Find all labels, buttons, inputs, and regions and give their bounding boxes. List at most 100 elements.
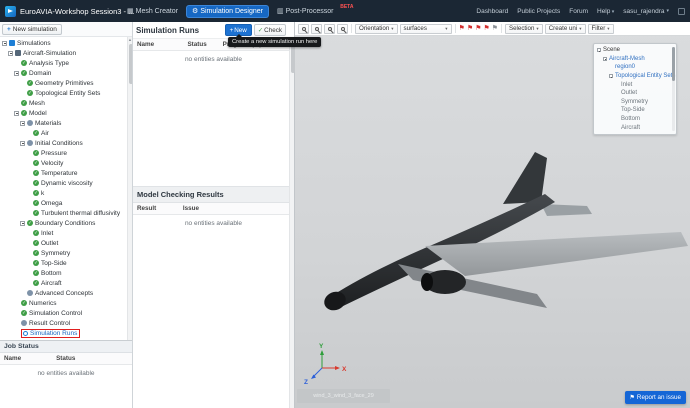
collapse-icon[interactable] [8, 50, 13, 56]
orientation-axes: Y X Z [304, 343, 347, 386]
tree-item-omega[interactable]: ✓ Omega [0, 198, 132, 208]
scroll-up-icon[interactable]: ▲ [128, 37, 132, 43]
tab-mesh-creator[interactable]: ▦ Mesh Creator [122, 6, 183, 17]
tree-item-top-side[interactable]: ✓ Top-Side [0, 258, 132, 268]
flag-tool-icon[interactable]: ⚑ [467, 24, 473, 34]
filter-dropdown[interactable]: Filter ▾ [587, 23, 614, 34]
tree-item-mesh[interactable]: ✓ Mesh [0, 98, 132, 108]
chevron-down-icon: ▾ [607, 25, 610, 31]
column-header-result: Result [137, 205, 157, 212]
zoom-in-icon[interactable] [311, 23, 322, 34]
tree-item-simulation-runs[interactable]: Simulation Runs [0, 328, 132, 338]
chevron-down-icon: ▾ [610, 8, 615, 15]
collapse-icon[interactable] [14, 70, 19, 76]
runs-panel-scrollbar[interactable]: ▲ [289, 38, 295, 408]
tree-item-simulations[interactable]: Simulations [0, 38, 132, 48]
user-menu[interactable]: sasu_rajendra ▾ [623, 8, 669, 15]
zoom-window-icon[interactable] [337, 23, 348, 34]
column-header-status: Status [56, 355, 76, 362]
collapse-icon[interactable] [2, 40, 7, 46]
zoom-out-icon[interactable] [324, 23, 335, 34]
tree-item-label: Topological Entity Sets [35, 89, 101, 97]
selection-dropdown[interactable]: Selection ▾ [504, 23, 543, 34]
tree-item-initial-conditions[interactable]: Initial Conditions [0, 138, 132, 148]
tree-item-domain[interactable]: ✓ Domain [0, 68, 132, 78]
tree-item-symmetry[interactable]: ✓ Symmetry [0, 248, 132, 258]
collapse-icon[interactable] [14, 110, 19, 116]
tree-item-aircraft[interactable]: ✓ Aircraft [0, 278, 132, 288]
tree-item-advanced-concepts[interactable]: Advanced Concepts [0, 288, 132, 298]
check-icon: ✓ [33, 209, 39, 216]
tree-item-turbulent-thermal-diffusivity[interactable]: ✓ Turbulent thermal diffusivity [0, 208, 132, 218]
tree-item-pressure[interactable]: ✓ Pressure [0, 148, 132, 158]
dot-icon [27, 140, 33, 146]
tree-item-temperature[interactable]: ✓ Temperature [0, 168, 132, 178]
tree-item-velocity[interactable]: ✓ Velocity [0, 158, 132, 168]
tab-post-processor[interactable]: ▥ Post-Processor BETA [272, 4, 353, 17]
new-simulation-button[interactable]: + New simulation [2, 23, 62, 35]
tree-item-bottom[interactable]: ✓ Bottom [0, 268, 132, 278]
selection-label: Selection [508, 25, 535, 32]
tree-item-k[interactable]: ✓ k [0, 188, 132, 198]
check-icon: ✓ [21, 309, 27, 316]
flag-tool-disabled-icon[interactable]: ⚑ [492, 24, 498, 34]
check-button[interactable]: ✓ Check [253, 24, 286, 36]
flag-tool-icon[interactable]: ⚑ [483, 24, 489, 34]
tree-item-analysis-type[interactable]: ✓ Analysis Type [0, 58, 132, 68]
scrollbar-thumb[interactable] [128, 44, 132, 84]
collapse-icon[interactable] [20, 120, 25, 126]
nav-link-dashboard[interactable]: Dashboard [476, 8, 508, 15]
plus-icon: + [229, 26, 234, 34]
scene-item-region0[interactable]: region0 [597, 63, 670, 72]
scene-item-symmetry[interactable]: Symmetry [597, 98, 670, 107]
aircraft-model[interactable] [321, 152, 688, 313]
scene-tree-scrollbar[interactable] [672, 47, 675, 131]
tree-item-outlet[interactable]: ✓ Outlet [0, 238, 132, 248]
orientation-dropdown[interactable]: Orientation ▾ [355, 23, 398, 34]
flag-tool-icon[interactable]: ⚑ [475, 24, 481, 34]
nav-link-forum[interactable]: Forum [569, 8, 588, 15]
collapse-icon[interactable] [603, 56, 607, 61]
tree-item-inlet[interactable]: ✓ Inlet [0, 228, 132, 238]
zoom-fit-icon[interactable] [298, 23, 309, 34]
collapse-icon[interactable] [597, 48, 601, 53]
scrollbar-thumb[interactable] [672, 47, 675, 81]
tree-item-materials[interactable]: Materials [0, 118, 132, 128]
flag-tool-icon[interactable]: ⚑ [459, 24, 465, 34]
tree-scrollbar[interactable]: ▲ [127, 37, 132, 340]
tree-item-model[interactable]: ✓ Model [0, 108, 132, 118]
tree-item-geometry-primitives[interactable]: ✓ Geometry Primitives [0, 78, 132, 88]
scene-item-aircraft-mesh[interactable]: Aircraft-Mesh [597, 55, 670, 64]
collapse-icon[interactable] [20, 140, 25, 146]
runs-panel-title: Simulation Runs [136, 25, 200, 35]
scene-item-bottom[interactable]: Bottom [597, 115, 670, 124]
scene-item-scene[interactable]: Scene [597, 46, 670, 55]
collapse-icon[interactable] [609, 74, 613, 79]
tree-item-numerics[interactable]: ✓ Numerics [0, 298, 132, 308]
create-union-dropdown[interactable]: Create uni ▾ [544, 23, 586, 34]
tab-simulation-designer[interactable]: ⚙ Simulation Designer [187, 5, 268, 17]
nav-link-help[interactable]: Help ▾ [597, 8, 614, 15]
tree-item-result-control[interactable]: Result Control [0, 318, 132, 328]
scene-item-topological-entity-sets[interactable]: Topological Entity Sets [597, 72, 675, 81]
surfaces-dropdown[interactable]: surfaces ▾ [399, 23, 452, 34]
tree-item-boundary-conditions[interactable]: ✓ Boundary Conditions [0, 218, 132, 228]
tree-item-topological-entity-sets[interactable]: ✓ Topological Entity Sets [0, 88, 132, 98]
collapse-icon[interactable] [20, 220, 25, 226]
tree-item-dynamic-viscosity[interactable]: ✓ Dynamic viscosity [0, 178, 132, 188]
scrollbar-thumb[interactable] [290, 45, 295, 73]
tree-item-simulation-control[interactable]: ✓ Simulation Control [0, 308, 132, 318]
scene-item-outlet[interactable]: Outlet [597, 89, 670, 98]
nav-link-public-projects[interactable]: Public Projects [517, 8, 560, 15]
tree-item-air[interactable]: ✓ Air [0, 128, 132, 138]
scene-item-inlet[interactable]: Inlet [597, 80, 670, 89]
tree-item-label: Outlet [41, 239, 59, 247]
project-title[interactable]: EuroAVIA-Workshop Session3 - ... [20, 7, 134, 16]
simscale-logo-icon[interactable] [5, 5, 16, 17]
report-issue-button[interactable]: ⚑ Report an issue [624, 391, 686, 404]
tree-item-aircraft-simulation[interactable]: Aircraft-Simulation [0, 48, 132, 58]
apps-menu-icon[interactable] [678, 7, 685, 15]
scene-item-top-side[interactable]: Top-Side [597, 106, 670, 115]
viewport-3d[interactable]: Orientation ▾ surfaces ▾ ⚑ ⚑ ⚑ ⚑ ⚑ Selec… [295, 22, 690, 408]
scene-item-aircraft[interactable]: Aircraft [597, 123, 670, 132]
